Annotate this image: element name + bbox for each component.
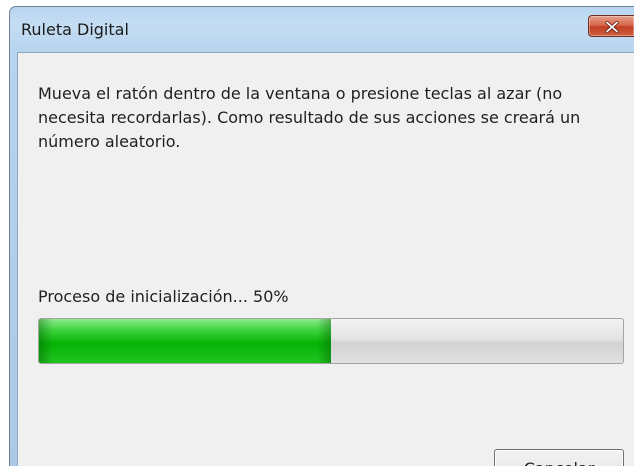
dialog-window: Ruleta Digital Mueva el ratón dentro de … (9, 6, 634, 466)
progress-bar (38, 318, 624, 364)
window-title: Ruleta Digital (21, 20, 129, 39)
close-button[interactable] (588, 15, 634, 37)
close-icon (605, 21, 619, 33)
title-bar[interactable]: Ruleta Digital (10, 7, 634, 51)
instruction-text: Mueva el ratón dentro de la ventana o pr… (38, 84, 581, 151)
dialog-content: Mueva el ratón dentro de la ventana o pr… (17, 52, 634, 466)
progress-label: Proceso de inicialización... 50% (38, 287, 289, 306)
cancel-button[interactable]: Cancelar (494, 449, 624, 466)
progress-bar-fill (39, 319, 331, 363)
